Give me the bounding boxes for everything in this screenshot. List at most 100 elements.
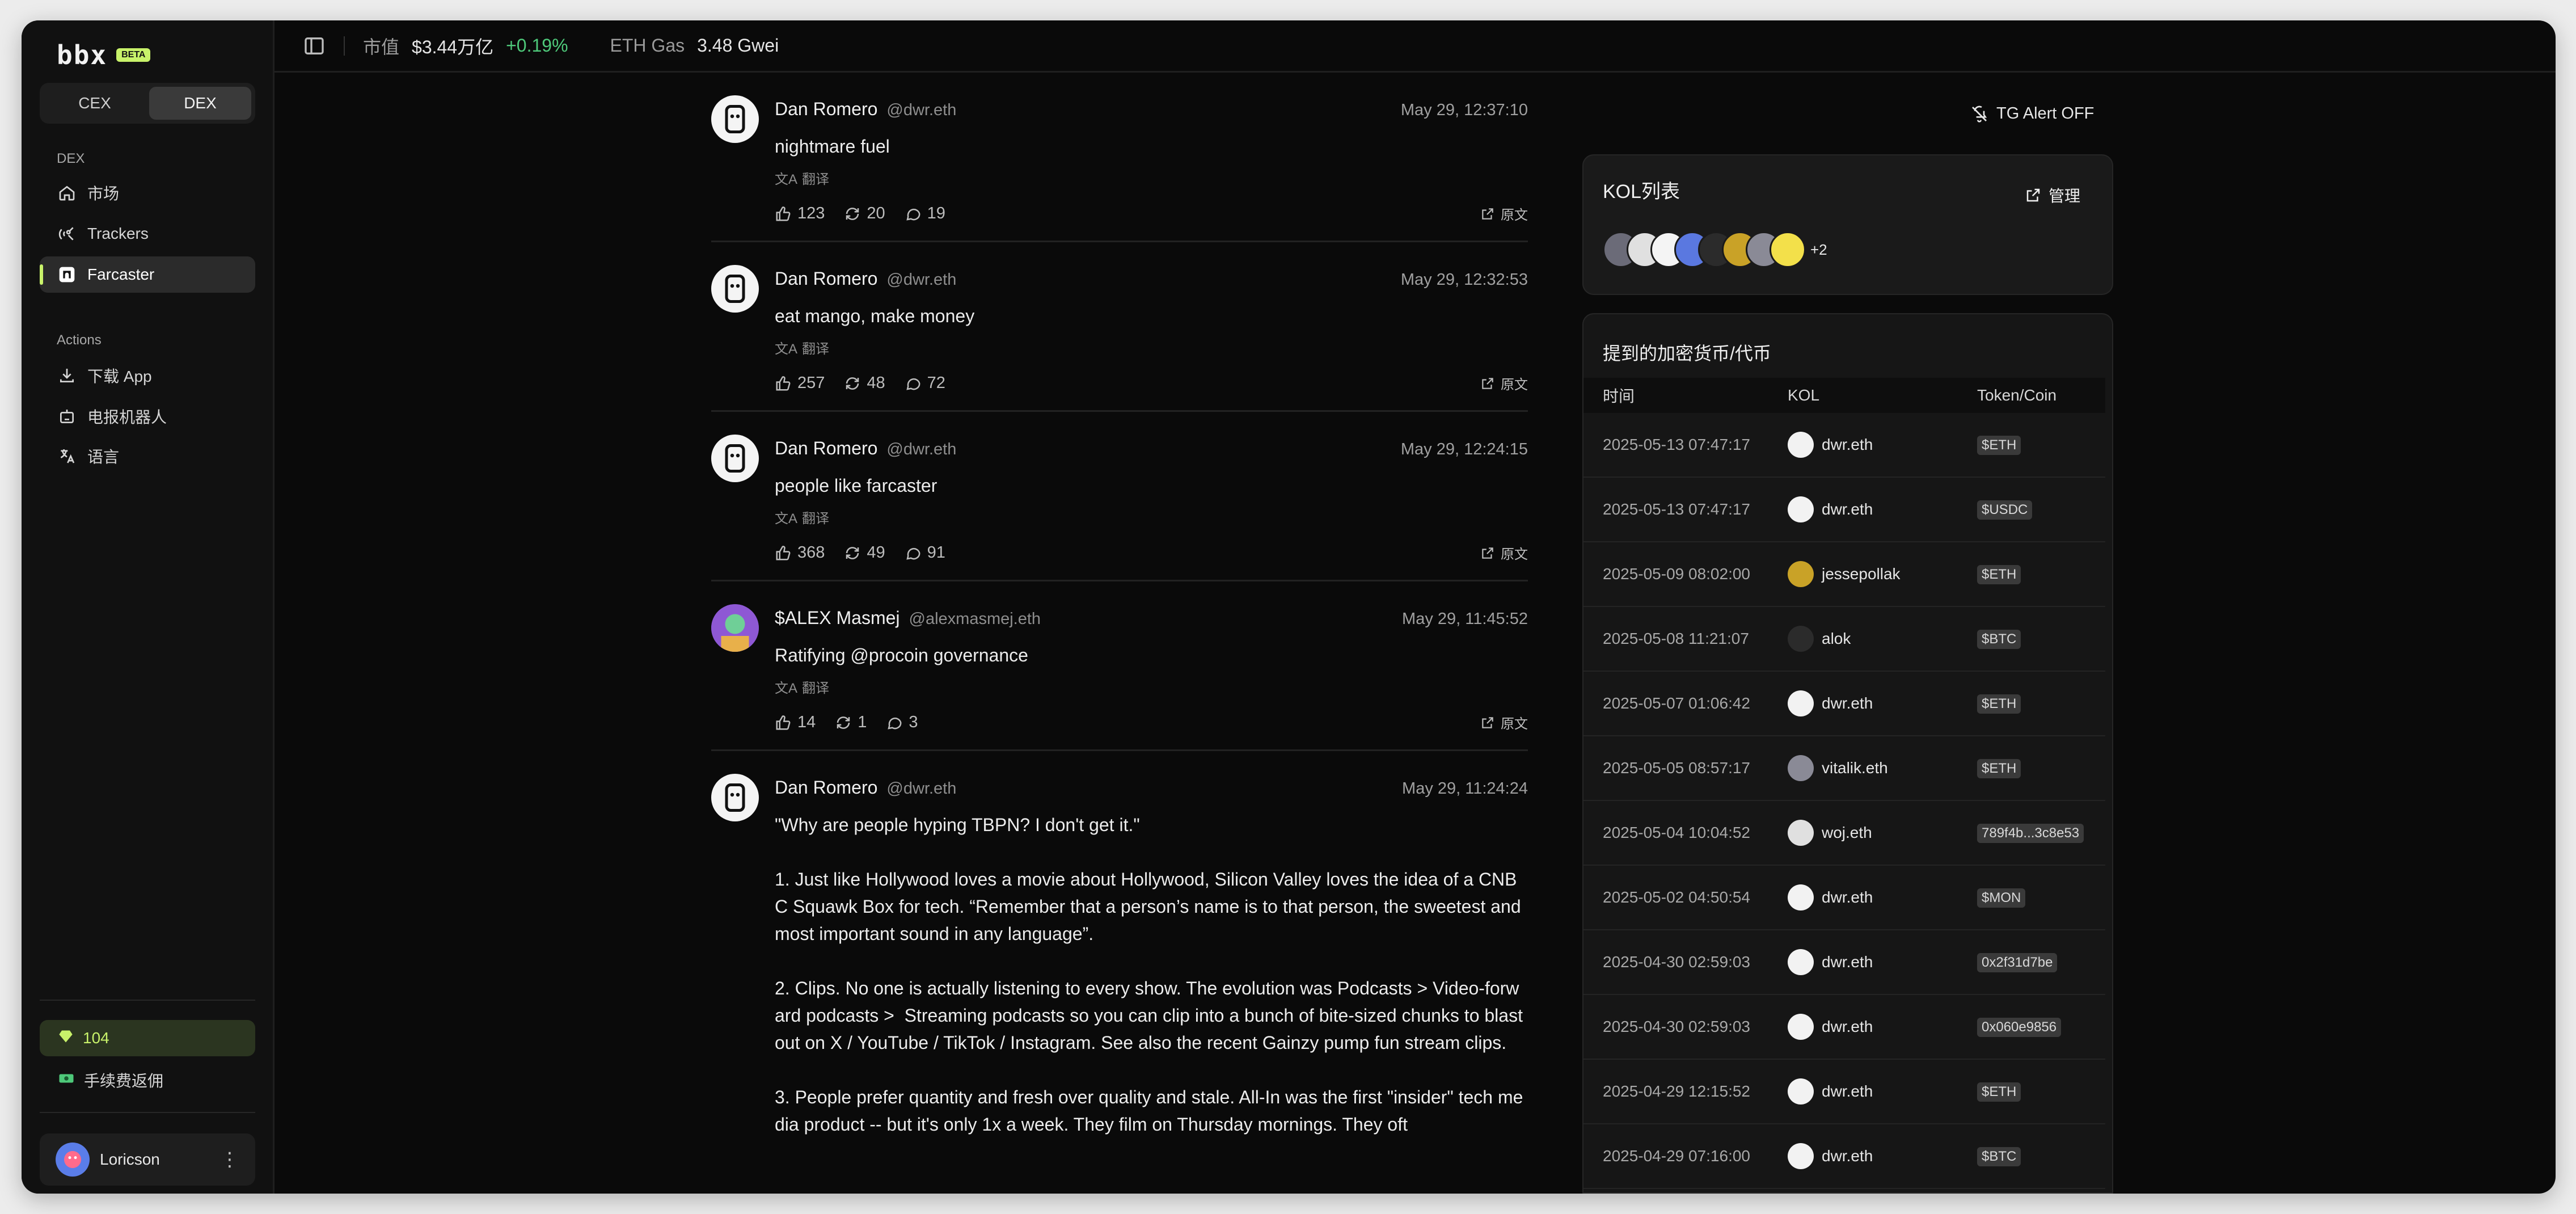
table-row[interactable]: 2025-04-29 12:15:52 dwr.eth $ETH bbox=[1583, 1060, 2105, 1124]
avatar[interactable] bbox=[711, 604, 759, 652]
table-row[interactable]: 2025-05-02 04:50:54 dwr.eth $MON bbox=[1583, 866, 2105, 930]
translate-button[interactable]: 文A 翻译 bbox=[775, 168, 1528, 188]
reply-button[interactable]: 72 bbox=[905, 374, 945, 393]
cast-item[interactable]: $ALEX Masmej @alexmasmej.eth May 29, 11:… bbox=[711, 581, 1528, 751]
token-tag[interactable]: 0x2f31d7be bbox=[1977, 952, 2058, 972]
mention-kol[interactable]: woj.eth bbox=[1788, 820, 1977, 846]
mention-token[interactable]: $USDC bbox=[1977, 500, 2105, 520]
mention-token[interactable]: 789f4b...3c8e53 bbox=[1977, 823, 2105, 843]
reply-button[interactable]: 3 bbox=[886, 713, 918, 732]
cast-item[interactable]: Dan Romero @dwr.eth May 29, 11:24:24 "Wh… bbox=[711, 751, 1528, 1155]
like-button[interactable]: 368 bbox=[775, 543, 825, 562]
fee-rebate-link[interactable]: 手续费返佣 bbox=[40, 1062, 255, 1098]
mention-kol[interactable]: vitalik.eth bbox=[1788, 755, 1977, 781]
token-tag[interactable]: $USDC bbox=[1977, 500, 2033, 520]
table-row[interactable]: 2025-04-30 02:59:03 dwr.eth 0x060e9856 bbox=[1583, 995, 2105, 1060]
token-tag[interactable]: $ETH bbox=[1977, 1082, 2021, 1102]
table-row[interactable]: 2025-05-05 08:57:17 vitalik.eth $ETH bbox=[1583, 736, 2105, 801]
sidebar-item-market[interactable]: 市场 bbox=[40, 175, 255, 211]
like-button[interactable]: 257 bbox=[775, 374, 825, 393]
sidebar-item-farcaster[interactable]: Farcaster bbox=[40, 256, 255, 293]
cast-item[interactable]: Dan Romero @dwr.eth May 29, 12:37:10 nig… bbox=[711, 73, 1528, 242]
manage-kol-button[interactable]: 管理 bbox=[2025, 184, 2080, 206]
author-name[interactable]: Dan Romero bbox=[775, 268, 877, 289]
mention-kol[interactable]: dwr.eth bbox=[1788, 1014, 1977, 1040]
mention-kol[interactable]: alok bbox=[1788, 626, 1977, 652]
reply-button[interactable]: 91 bbox=[905, 543, 945, 562]
table-row[interactable]: 2025-05-04 10:04:52 woj.eth 789f4b...3c8e5… bbox=[1583, 801, 2105, 866]
mention-kol[interactable]: dwr.eth bbox=[1788, 690, 1977, 716]
sidebar-item-telegram-bot[interactable]: 电报机器人 bbox=[40, 398, 255, 435]
mention-token[interactable]: $ETH bbox=[1977, 694, 2105, 714]
mention-kol[interactable]: dwr.eth bbox=[1788, 1143, 1977, 1169]
token-tag[interactable]: $ETH bbox=[1977, 694, 2021, 714]
token-tag[interactable]: $MON bbox=[1977, 888, 2026, 908]
token-tag[interactable]: $BTC bbox=[1977, 1146, 2021, 1166]
author-handle[interactable]: @dwr.eth bbox=[886, 779, 956, 798]
table-row[interactable]: 2025-05-09 08:02:00 jessepollak $ETH bbox=[1583, 542, 2105, 607]
mention-kol[interactable]: dwr.eth bbox=[1788, 1078, 1977, 1105]
mention-token[interactable]: $ETH bbox=[1977, 435, 2105, 455]
table-row[interactable]: 2025-04-29 07:16:00 dwr.eth $BTC bbox=[1583, 1124, 2105, 1189]
avatar[interactable] bbox=[711, 95, 759, 143]
mention-token[interactable]: $ETH bbox=[1977, 564, 2105, 584]
like-button[interactable]: 123 bbox=[775, 204, 825, 223]
mention-token[interactable]: 0x060e9856 bbox=[1977, 1017, 2105, 1037]
table-row[interactable]: 2025-05-08 11:21:07 alok $BTC bbox=[1583, 607, 2105, 672]
author-name[interactable]: Dan Romero bbox=[775, 99, 877, 120]
sidebar-item-download-app[interactable]: 下载 App bbox=[40, 357, 255, 394]
tg-alert-toggle[interactable]: TG Alert OFF bbox=[1970, 104, 2094, 123]
kol-avatar-stack[interactable]: +2 bbox=[1603, 231, 1827, 268]
token-tag[interactable]: 789f4b...3c8e53 bbox=[1977, 823, 2084, 843]
avatar[interactable] bbox=[711, 265, 759, 313]
avatar[interactable] bbox=[711, 774, 759, 821]
recast-button[interactable]: 48 bbox=[844, 374, 885, 393]
user-menu[interactable]: Loricson ⋮ bbox=[40, 1133, 255, 1186]
author-handle[interactable]: @dwr.eth bbox=[886, 440, 956, 459]
kol-avatar[interactable] bbox=[1770, 231, 1806, 268]
brand[interactable]: bbx BETA bbox=[57, 40, 151, 70]
like-button[interactable]: 14 bbox=[775, 713, 816, 732]
dex-tab[interactable]: DEX bbox=[149, 87, 251, 120]
more-options-icon[interactable]: ⋮ bbox=[220, 1148, 239, 1171]
view-original-link[interactable]: 原文 bbox=[1480, 373, 1528, 393]
sidebar-item-trackers[interactable]: Trackers bbox=[40, 216, 255, 252]
author-handle[interactable]: @alexmasmej.eth bbox=[909, 610, 1041, 629]
translate-button[interactable]: 文A 翻译 bbox=[775, 507, 1528, 527]
sidebar-toggle-icon[interactable] bbox=[303, 35, 326, 57]
translate-button[interactable]: 文A 翻译 bbox=[775, 338, 1528, 357]
table-row[interactable]: 2025-04-30 02:59:03 dwr.eth 0x2f31d7be bbox=[1583, 930, 2105, 995]
reply-button[interactable]: 19 bbox=[905, 204, 945, 223]
mention-token[interactable]: 0x2f31d7be bbox=[1977, 952, 2105, 972]
mention-kol[interactable]: jessepollak bbox=[1788, 561, 1977, 587]
cast-item[interactable]: Dan Romero @dwr.eth May 29, 12:24:15 peo… bbox=[711, 412, 1528, 581]
author-name[interactable]: Dan Romero bbox=[775, 438, 877, 459]
cast-item[interactable]: Dan Romero @dwr.eth May 29, 12:32:53 eat… bbox=[711, 242, 1528, 412]
token-tag[interactable]: $ETH bbox=[1977, 758, 2021, 778]
mention-token[interactable]: $BTC bbox=[1977, 1146, 2105, 1166]
table-row[interactable]: 2025-05-13 07:47:17 dwr.eth $USDC bbox=[1583, 478, 2105, 542]
kol-more-count[interactable]: +2 bbox=[1810, 241, 1827, 259]
table-row[interactable]: 2025-05-07 01:06:42 dwr.eth $ETH bbox=[1583, 672, 2105, 736]
mention-token[interactable]: $ETH bbox=[1977, 1082, 2105, 1102]
author-name[interactable]: Dan Romero bbox=[775, 777, 877, 798]
mention-kol[interactable]: dwr.eth bbox=[1788, 949, 1977, 975]
avatar[interactable] bbox=[711, 435, 759, 482]
mention-kol[interactable]: dwr.eth bbox=[1788, 496, 1977, 522]
recast-button[interactable]: 1 bbox=[835, 713, 867, 732]
token-tag[interactable]: 0x060e9856 bbox=[1977, 1017, 2062, 1037]
cex-tab[interactable]: CEX bbox=[44, 87, 146, 120]
table-row[interactable]: 2025-05-13 07:47:17 dwr.eth $ETH bbox=[1583, 413, 2105, 478]
author-handle[interactable]: @dwr.eth bbox=[886, 101, 956, 120]
view-original-link[interactable]: 原文 bbox=[1480, 543, 1528, 563]
token-tag[interactable]: $ETH bbox=[1977, 564, 2021, 584]
author-name[interactable]: $ALEX Masmej bbox=[775, 608, 900, 629]
recast-button[interactable]: 49 bbox=[844, 543, 885, 562]
token-tag[interactable]: $ETH bbox=[1977, 435, 2021, 455]
view-original-link[interactable]: 原文 bbox=[1480, 204, 1528, 224]
view-original-link[interactable]: 原文 bbox=[1480, 713, 1528, 732]
recast-button[interactable]: 20 bbox=[844, 204, 885, 223]
token-tag[interactable]: $BTC bbox=[1977, 629, 2021, 649]
mention-token[interactable]: $ETH bbox=[1977, 758, 2105, 778]
mention-kol[interactable]: dwr.eth bbox=[1788, 884, 1977, 910]
